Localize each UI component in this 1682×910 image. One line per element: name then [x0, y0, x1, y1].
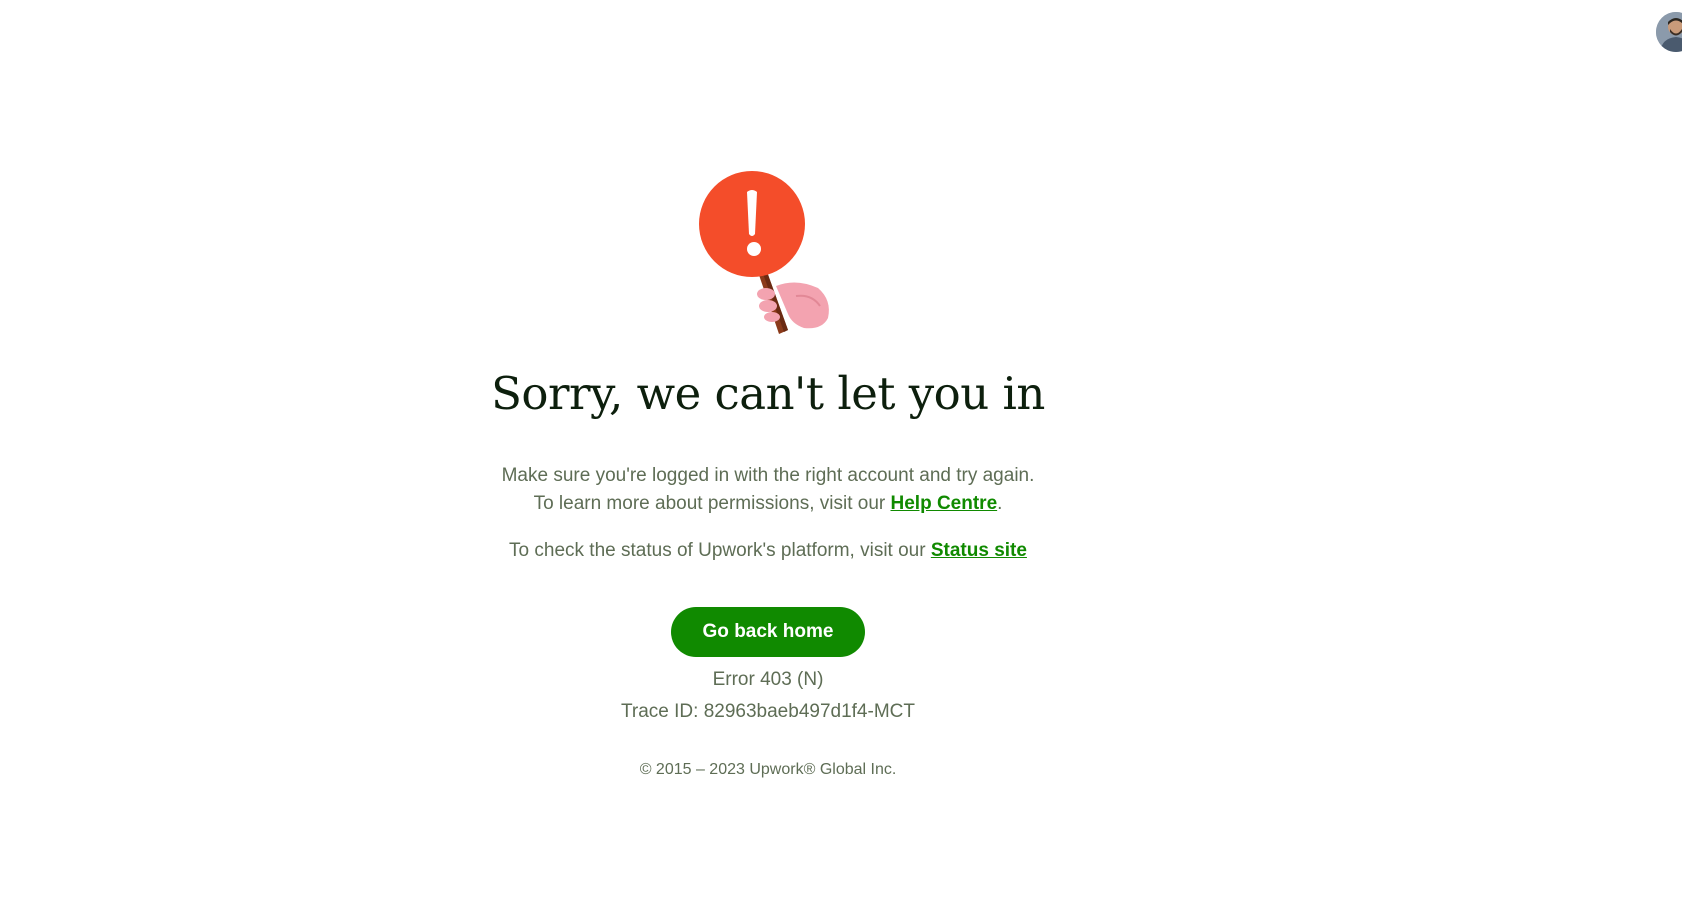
trace-id: Trace ID: 82963baeb497d1f4-MCT: [621, 701, 915, 722]
status-message: To check the status of Upwork's platform…: [0, 537, 1536, 565]
help-message: To learn more about permissions, visit o…: [0, 490, 1536, 518]
copyright-text: © 2015 – 2023 Upwork® Global Inc.: [639, 761, 897, 778]
user-avatar-icon[interactable]: [1656, 12, 1682, 52]
help-message-prefix: To learn more about permissions, visit o…: [533, 493, 891, 514]
status-site-link[interactable]: Status site: [931, 540, 1027, 561]
page-title: Sorry, we can't let you in: [491, 367, 1045, 420]
help-centre-link[interactable]: Help Centre: [891, 493, 998, 514]
error-code: Error 403 (N): [712, 669, 824, 690]
permission-message: Make sure you're logged in with the righ…: [501, 465, 1035, 486]
help-message-suffix: .: [997, 493, 1003, 514]
hand-icon: [757, 282, 829, 329]
error-page: Sorry, we can't let you in Make sure you…: [0, 0, 1682, 910]
stop-sign-hand-icon: [696, 168, 840, 338]
go-back-home-button[interactable]: Go back home: [671, 607, 865, 657]
status-message-prefix: To check the status of Upwork's platform…: [509, 540, 931, 561]
avatar-image: [1656, 12, 1682, 52]
